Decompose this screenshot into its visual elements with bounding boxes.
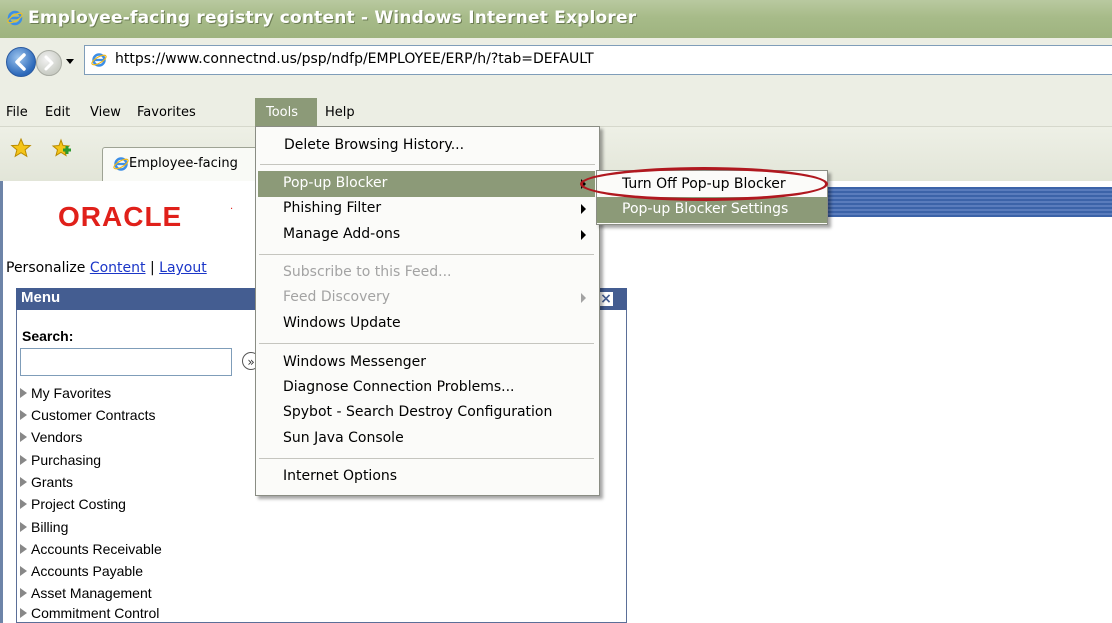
menu-item-spybot-config[interactable]: Spybot - Search Destroy Configuration — [283, 404, 552, 420]
callout-ellipse — [580, 167, 828, 201]
nav-item-billing[interactable]: Billing — [20, 519, 68, 535]
nav-item-label: Commitment Control — [31, 605, 160, 621]
submenu-arrow-icon — [581, 204, 586, 214]
personalize-separator: | — [145, 260, 160, 276]
personalize-label: Personalize — [6, 260, 90, 276]
back-button[interactable] — [6, 47, 36, 77]
menu-tools[interactable]: Tools — [266, 102, 298, 124]
address-url[interactable]: https://www.connectnd.us/psp/ndfp/EMPLOY… — [115, 51, 594, 67]
oracle-logo: ORACLE — [58, 201, 183, 232]
window-title: Employee-facing registry content - Windo… — [28, 8, 637, 28]
nav-item-accounts-receivable[interactable]: Accounts Receivable — [20, 541, 162, 557]
ie-icon — [7, 10, 23, 26]
menu-edit[interactable]: Edit — [45, 102, 70, 124]
menu-separator — [259, 254, 594, 255]
nav-item-label: Asset Management — [31, 585, 152, 601]
menu-item-subscribe-feed: Subscribe to this Feed... — [283, 264, 452, 280]
menu-pagelet-title: Menu — [21, 289, 61, 306]
nav-item-label: Vendors — [31, 429, 83, 445]
expand-triangle-icon — [20, 432, 27, 443]
menu-item-windows-update[interactable]: Windows Update — [283, 315, 401, 331]
menu-separator — [259, 343, 594, 344]
menu-file[interactable]: File — [6, 102, 28, 124]
address-bar[interactable]: https://www.connectnd.us/psp/ndfp/EMPLOY… — [84, 45, 1112, 75]
personalize-links: Personalize Content | Layout — [6, 260, 207, 276]
expand-triangle-icon — [20, 522, 27, 533]
oracle-logo-mark: · — [230, 204, 234, 215]
nav-item-purchasing[interactable]: Purchasing — [20, 452, 101, 468]
personalize-layout-link[interactable]: Layout — [159, 260, 207, 276]
search-input[interactable] — [20, 348, 232, 376]
nav-item-label: Grants — [31, 474, 74, 490]
nav-item-customer-contracts[interactable]: Customer Contracts — [20, 407, 155, 423]
nav-item-asset-management[interactable]: Asset Management — [20, 585, 152, 601]
history-dropdown-icon[interactable] — [64, 54, 76, 68]
popup-blocker-settings-item[interactable]: Pop-up Blocker Settings — [622, 201, 788, 217]
tools-menu-items: Pop-up Blocker Phishing Filter Manage Ad… — [255, 126, 600, 496]
page-left-border — [0, 181, 3, 623]
menu-item-sun-java-console[interactable]: Sun Java Console — [283, 430, 404, 446]
expand-triangle-icon — [20, 477, 27, 488]
nav-item-label: Purchasing — [31, 452, 102, 468]
submenu-arrow-icon — [581, 230, 586, 240]
menu-favorites[interactable]: Favorites — [137, 102, 196, 124]
menu-close-icon[interactable]: × — [598, 291, 614, 307]
expand-triangle-icon — [20, 608, 27, 619]
submenu-arrow-icon — [581, 293, 586, 303]
menu-item-feed-discovery: Feed Discovery — [283, 289, 391, 305]
tab-label: Employee-facing — [129, 156, 238, 171]
menu-item-phishing-filter[interactable]: Phishing Filter — [283, 200, 381, 216]
nav-item-project-costing[interactable]: Project Costing — [20, 496, 126, 512]
expand-triangle-icon — [20, 410, 27, 421]
nav-item-label: Accounts Receivable — [31, 541, 162, 557]
back-arrow-icon — [15, 53, 26, 71]
nav-item-commitment-control[interactable]: Commitment Control — [20, 605, 159, 621]
expand-triangle-icon — [20, 499, 27, 510]
nav-item-my-favorites[interactable]: My Favorites — [20, 385, 111, 401]
expand-triangle-icon — [20, 588, 27, 599]
nav-item-label: Project Costing — [31, 496, 126, 512]
nav-item-label: My Favorites — [31, 385, 112, 401]
nav-item-accounts-payable[interactable]: Accounts Payable — [20, 563, 143, 579]
menu-view[interactable]: View — [90, 102, 121, 124]
menu-item-diagnose-connection[interactable]: Diagnose Connection Problems... — [283, 379, 514, 395]
nav-item-grants[interactable]: Grants — [20, 474, 73, 490]
nav-item-label: Customer Contracts — [31, 407, 156, 423]
forward-arrow-icon — [44, 55, 54, 71]
menu-item-popup-blocker[interactable]: Pop-up Blocker — [283, 175, 387, 191]
personalize-content-link[interactable]: Content — [90, 260, 146, 276]
nav-item-label: Billing — [31, 519, 69, 535]
favorites-star-icon[interactable] — [10, 137, 32, 159]
expand-triangle-icon — [20, 388, 27, 399]
add-favorite-icon[interactable] — [50, 137, 72, 159]
expand-triangle-icon — [20, 455, 27, 466]
expand-triangle-icon — [20, 566, 27, 577]
menu-separator — [259, 458, 594, 459]
menu-help[interactable]: Help — [325, 102, 355, 124]
expand-triangle-icon — [20, 544, 27, 555]
nav-item-vendors[interactable]: Vendors — [20, 429, 82, 445]
browser-tab[interactable]: Employee-facing — [102, 147, 264, 182]
menu-item-windows-messenger[interactable]: Windows Messenger — [283, 354, 426, 370]
menu-item-manage-add-ons[interactable]: Manage Add-ons — [283, 226, 400, 242]
menu-item-internet-options[interactable]: Internet Options — [283, 468, 397, 484]
page-ie-icon — [91, 53, 107, 67]
tab-ie-icon — [113, 157, 129, 171]
search-label: Search: — [22, 328, 74, 344]
nav-item-label: Accounts Payable — [31, 563, 144, 579]
forward-button[interactable] — [36, 50, 62, 76]
